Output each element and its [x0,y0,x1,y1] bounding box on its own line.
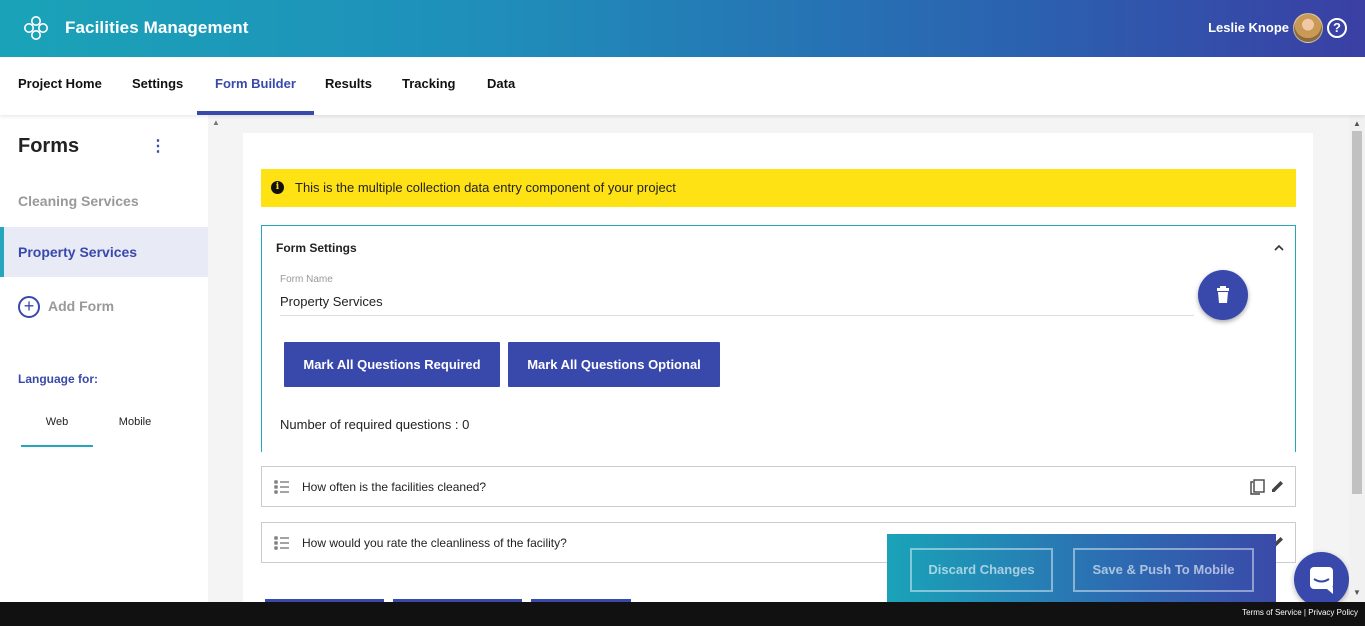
app-title: Facilities Management [65,18,249,37]
chevron-up-icon[interactable] [1273,242,1285,254]
mark-all-required-button[interactable]: Mark All Questions Required [284,342,500,387]
tab-settings[interactable]: Settings [114,57,201,115]
delete-form-button[interactable] [1198,270,1248,320]
form-item-cleaning-services[interactable]: Cleaning Services [0,176,208,226]
chat-button[interactable] [1294,552,1349,607]
save-action-bar: Discard Changes Save & Push To Mobile [887,534,1276,602]
avatar[interactable] [1293,13,1323,43]
tab-project-home[interactable]: Project Home [0,57,120,115]
page-scrollbar[interactable]: ▲ ▼ [1349,115,1365,602]
tab-data[interactable]: Data [469,57,533,115]
banner-message: This is the multiple collection data ent… [295,180,676,195]
question-row[interactable]: How often is the facilities cleaned? [261,466,1296,507]
trash-icon [1217,286,1229,303]
flower-logo-icon[interactable] [24,15,48,41]
privacy-policy-link[interactable]: Privacy Policy [1308,608,1358,617]
tab-form-builder[interactable]: Form Builder [197,57,314,115]
scrollbar-thumb[interactable] [1352,131,1362,494]
list-icon [274,536,289,550]
plus-circle-icon: + [18,296,40,319]
form-settings-panel: Form Settings Form Name Property Service… [261,225,1296,452]
terms-of-service-link[interactable]: Terms of Service [1242,608,1302,617]
scroll-up-arrow-icon[interactable]: ▲ [212,118,220,127]
more-vertical-icon[interactable]: ⋮ [150,139,166,155]
info-icon: i [271,181,284,194]
app-header: Facilities Management Leslie Knope ? [0,0,1365,57]
footer-separator: | [1303,608,1306,617]
forms-title: Forms [18,135,80,157]
add-form-button[interactable]: + Add Form [18,295,115,319]
form-name-label: Form Name [280,274,333,285]
form-settings-title: Form Settings [276,241,357,255]
language-label: Language for: [18,372,98,386]
save-push-mobile-button[interactable]: Save & Push To Mobile [1073,548,1254,592]
language-tab-web[interactable]: Web [21,407,93,447]
language-tab-mobile[interactable]: Mobile [99,407,171,447]
footer: Terms of Service | Privacy Policy [0,602,1365,626]
main-nav: Project Home Settings Form Builder Resul… [0,57,1365,115]
mark-all-optional-button[interactable]: Mark All Questions Optional [508,342,720,387]
footer-links: Terms of Service | Privacy Policy [1242,608,1358,617]
form-item-property-services[interactable]: Property Services [0,227,208,277]
tab-tracking[interactable]: Tracking [384,57,473,115]
chat-icon [1310,567,1333,594]
info-banner: i This is the multiple collection data e… [261,169,1296,207]
required-count-text: Number of required questions : 0 [280,417,470,432]
tab-results[interactable]: Results [307,57,390,115]
discard-changes-button[interactable]: Discard Changes [910,548,1053,592]
pencil-icon[interactable] [1270,479,1285,494]
question-text: How often is the facilities cleaned? [302,480,487,494]
question-circle-icon[interactable]: ? [1327,18,1347,38]
copy-icon[interactable] [1249,479,1265,496]
question-text: How would you rate the cleanliness of th… [302,536,567,550]
form-name-field[interactable]: Property Services [280,294,1194,316]
forms-sidebar: Forms ⋮ Cleaning Services Property Servi… [0,115,208,602]
list-icon [274,480,289,494]
add-form-label: Add Form [48,298,115,314]
scroll-down-arrow-icon[interactable]: ▼ [1353,588,1361,597]
scroll-up-arrow-icon[interactable]: ▲ [1353,119,1361,128]
user-name[interactable]: Leslie Knope [1208,20,1289,35]
